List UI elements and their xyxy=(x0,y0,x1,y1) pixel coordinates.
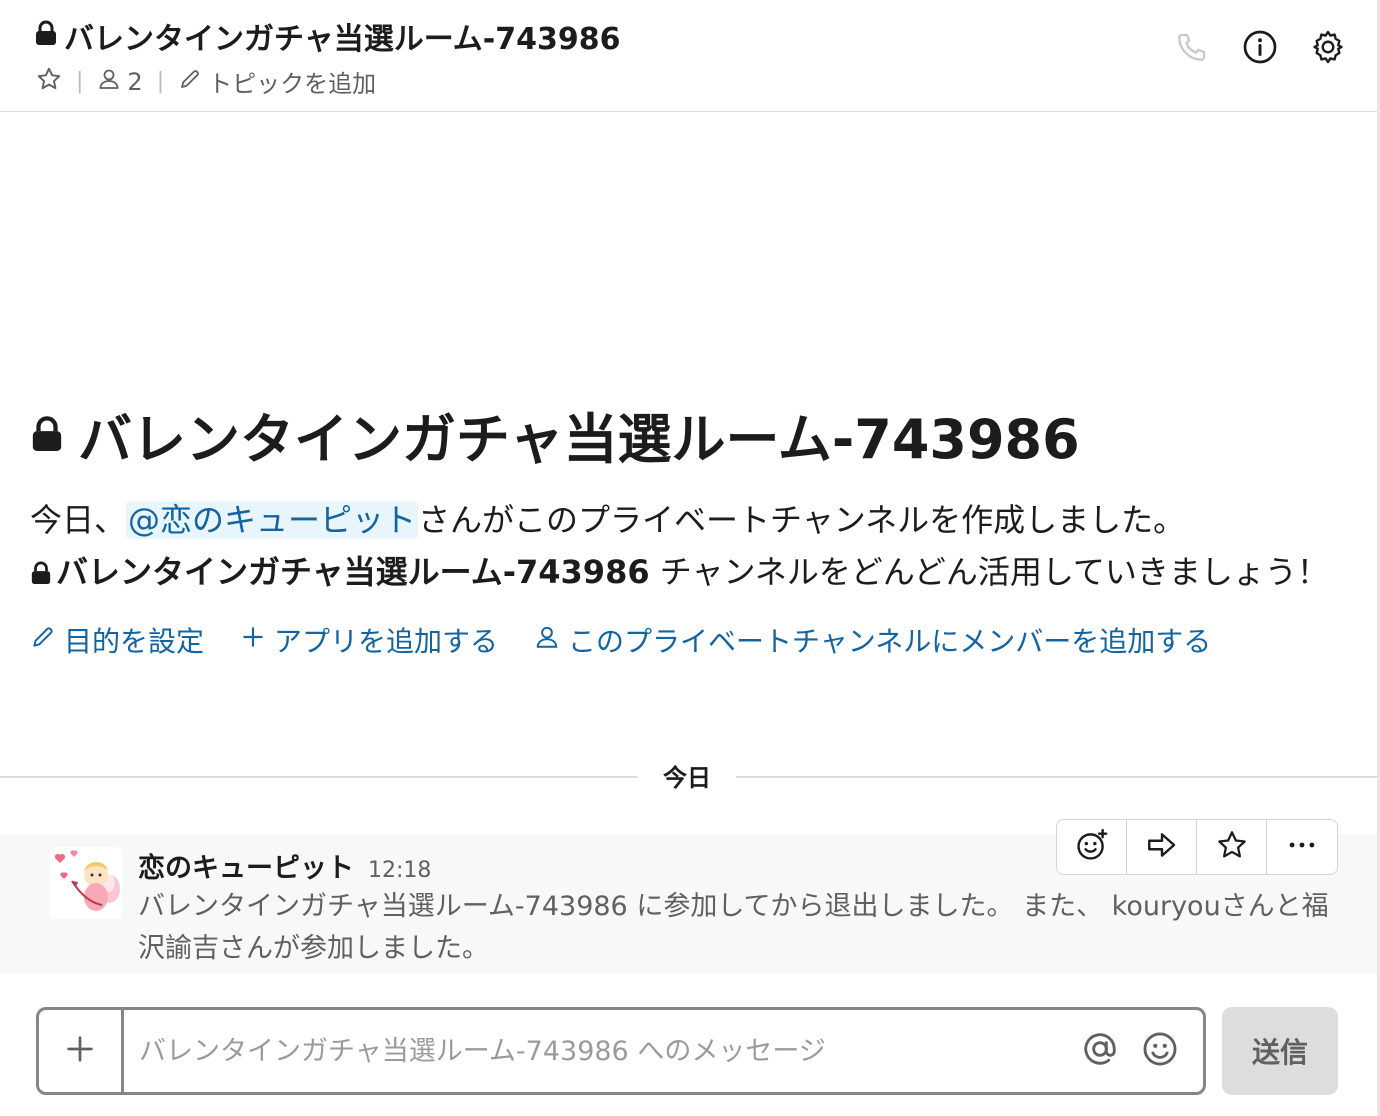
star-icon xyxy=(1216,829,1248,865)
date-divider-label[interactable]: 今日 xyxy=(638,762,736,794)
add-app-label: アプリを追加する xyxy=(274,625,499,658)
pencil-icon xyxy=(30,624,56,657)
add-reaction-icon xyxy=(1075,828,1109,866)
pencil-icon xyxy=(178,67,202,97)
creator-mention[interactable]: @恋のキューピット xyxy=(126,501,419,539)
plus-icon xyxy=(240,624,266,657)
add-topic-label: トピックを追加 xyxy=(208,70,377,98)
member-count-button[interactable]: 2 xyxy=(97,67,143,97)
intro-encourage: チャンネルをどんどん活用していきましょう！ xyxy=(649,553,1329,591)
avatar[interactable] xyxy=(50,847,122,919)
message-timestamp[interactable]: 12:18 xyxy=(368,858,431,883)
channel-header: バレンタインガチャ当選ルーム-743986 | 2 | トピックを追加 xyxy=(0,0,1377,112)
more-actions-button[interactable] xyxy=(1267,820,1337,874)
info-icon xyxy=(1242,29,1278,69)
add-reaction-button[interactable] xyxy=(1057,820,1127,874)
channel-meta: | 2 | トピックを追加 xyxy=(36,64,376,99)
intro-suffix: さんがこのプライベートチャンネルを作成しました。 xyxy=(418,501,1186,539)
lock-icon xyxy=(34,19,58,54)
save-message-button[interactable] xyxy=(1197,820,1267,874)
lock-icon xyxy=(30,403,64,466)
more-icon xyxy=(1285,828,1319,866)
intro-channel-name: バレンタインガチャ当選ルーム-743986 xyxy=(78,408,1080,471)
intro-title: バレンタインガチャ当選ルーム-743986 xyxy=(30,395,1350,474)
share-arrow-icon xyxy=(1145,828,1179,866)
add-topic-button[interactable]: トピックを追加 xyxy=(178,64,376,99)
share-message-button[interactable] xyxy=(1127,820,1197,874)
intro-prefix: 今日、 xyxy=(30,501,127,539)
add-app-link[interactable]: アプリを追加する xyxy=(240,620,498,660)
channel-intro: バレンタインガチャ当選ルーム-743986 今日、@恋のキューピットさんがこのプ… xyxy=(30,395,1350,660)
message-row[interactable]: 恋のキューピット 12:18 バレンタインガチャ当選ルーム-743986 に参加… xyxy=(0,819,1377,974)
intro-channel-link[interactable]: バレンタインガチャ当選ルーム-743986 xyxy=(56,553,650,591)
star-icon xyxy=(36,66,62,98)
person-icon xyxy=(534,624,560,657)
message-header: 恋のキューピット 12:18 xyxy=(138,846,431,885)
separator: | xyxy=(76,69,84,94)
person-icon xyxy=(97,67,121,97)
cupid-avatar-icon xyxy=(50,847,122,919)
send-button[interactable]: 送信 xyxy=(1222,1007,1338,1095)
header-actions xyxy=(1171,28,1349,70)
separator: | xyxy=(156,69,165,94)
channel-title: バレンタインガチャ当選ルーム-743986 xyxy=(64,22,621,57)
message-input[interactable] xyxy=(139,1010,1039,1092)
gear-icon xyxy=(1310,29,1346,69)
lock-icon xyxy=(30,548,52,600)
emoji-button[interactable] xyxy=(1139,1030,1181,1072)
attach-button[interactable] xyxy=(39,1010,124,1092)
add-member-label: このプライベートチャンネルにメンバーを追加する xyxy=(568,625,1212,658)
phone-icon xyxy=(1175,30,1209,68)
message-actions-toolbar xyxy=(1056,819,1338,875)
settings-button[interactable] xyxy=(1307,28,1349,70)
message-sender[interactable]: 恋のキューピット xyxy=(138,846,354,885)
call-button[interactable] xyxy=(1171,28,1213,70)
mention-button[interactable] xyxy=(1079,1030,1121,1072)
at-icon xyxy=(1081,1030,1119,1072)
add-member-link[interactable]: このプライベートチャンネルにメンバーを追加する xyxy=(534,620,1211,660)
message-body: バレンタインガチャ当選ルーム-743986 に参加してから退出しました。 また、… xyxy=(138,891,1329,964)
member-count: 2 xyxy=(127,67,143,96)
set-purpose-link[interactable]: 目的を設定 xyxy=(30,620,204,660)
set-purpose-label: 目的を設定 xyxy=(64,625,205,658)
message-composer xyxy=(36,1007,1206,1095)
intro-actions: 目的を設定 アプリを追加する このプライベートチャンネルにメンバーを追加する xyxy=(30,620,1350,660)
plus-icon xyxy=(65,1034,95,1068)
channel-details-button[interactable] xyxy=(1239,28,1281,70)
emoji-icon xyxy=(1141,1030,1179,1072)
star-button[interactable] xyxy=(36,66,62,98)
intro-description: 今日、@恋のキューピットさんがこのプライベートチャンネルを作成しました。 バレン… xyxy=(30,494,1350,600)
channel-title-button[interactable]: バレンタインガチャ当選ルーム-743986 xyxy=(34,14,621,58)
